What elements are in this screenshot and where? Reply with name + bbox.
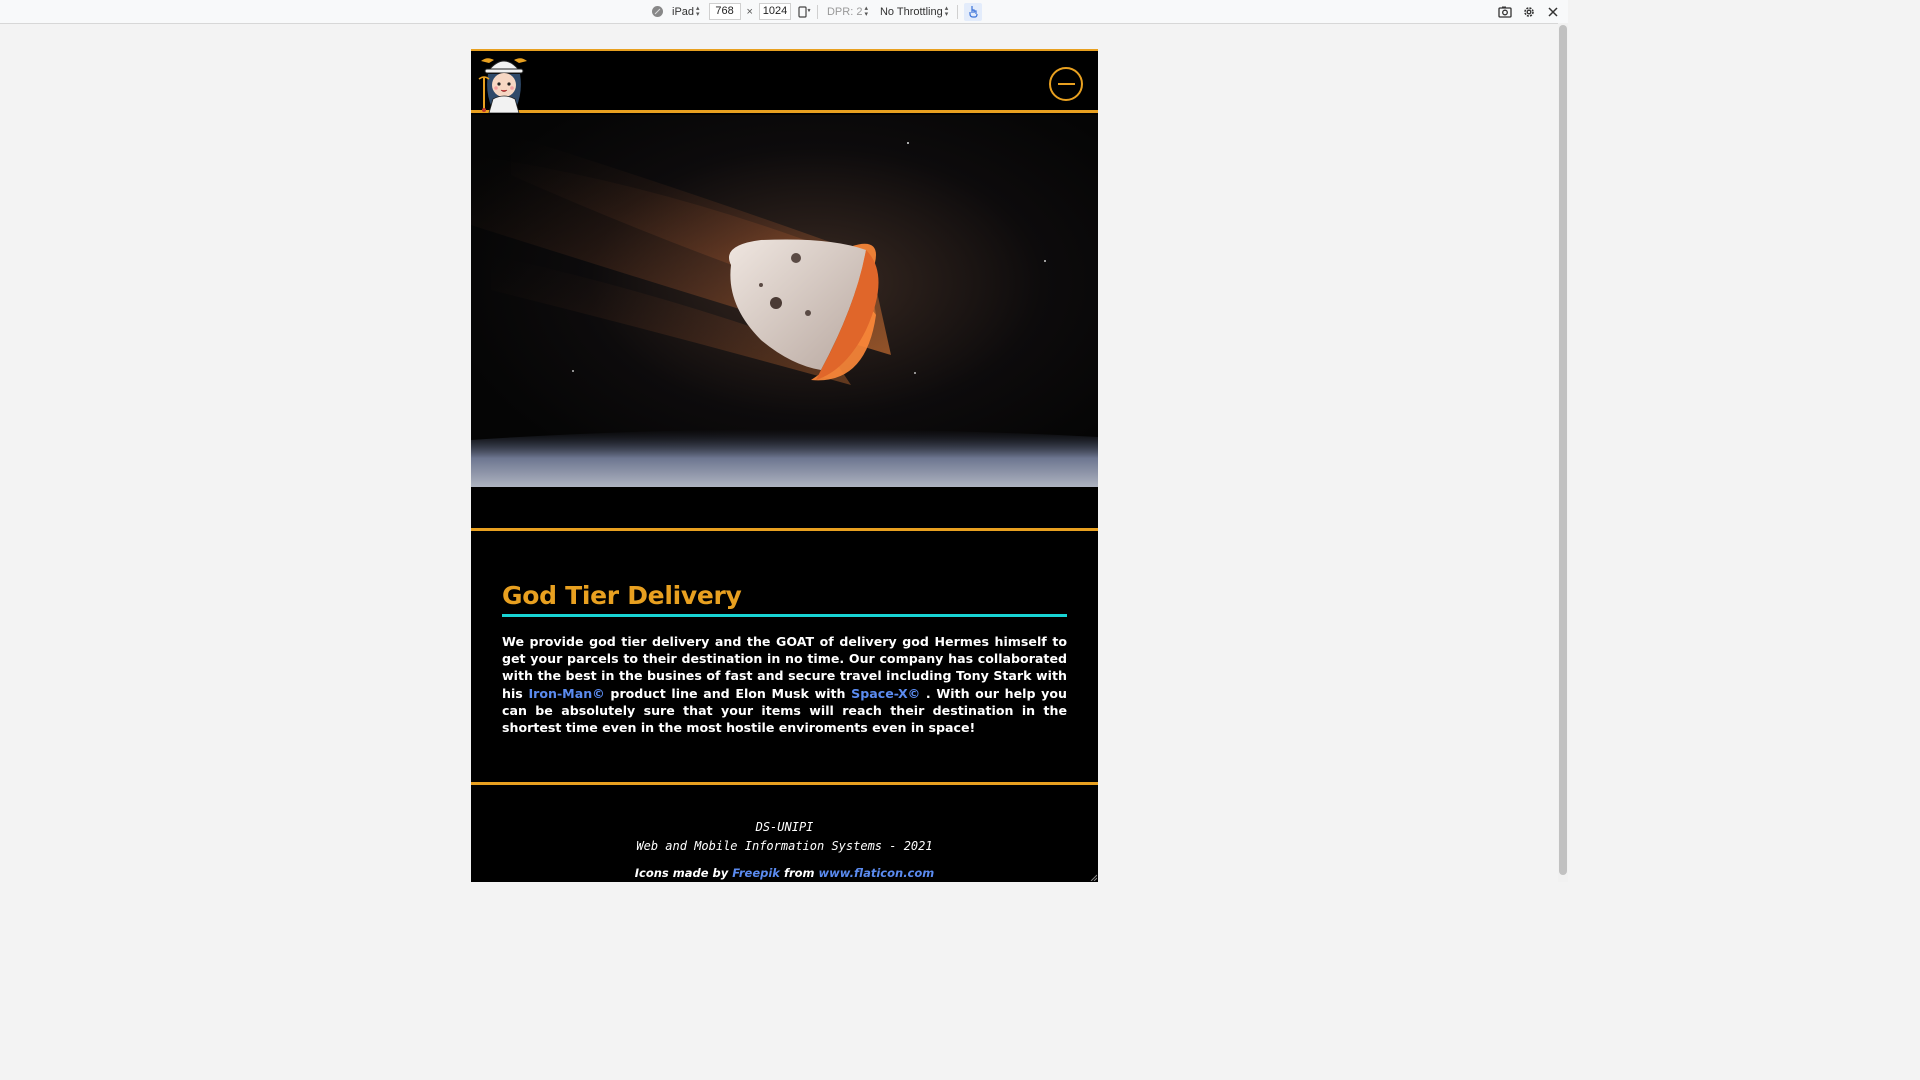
width-input[interactable]: 768	[708, 3, 741, 20]
scrollbar-thumb[interactable]	[1559, 25, 1567, 875]
chevron-updown-icon: ▴ ▾	[696, 4, 700, 18]
footer-credit: Icons made by Freepik from www.flaticon.…	[471, 866, 1098, 880]
iron-man-link[interactable]: Iron-Man©	[528, 686, 604, 701]
settings-gear-icon[interactable]	[1522, 5, 1536, 19]
height-input[interactable]: 1024	[758, 3, 791, 20]
menu-icon	[1058, 83, 1075, 85]
freepik-link[interactable]: Freepik	[732, 866, 780, 880]
article-text-part: product line and Elon Musk with	[604, 685, 852, 701]
footer-credit-middle: from	[779, 866, 819, 880]
hero-image	[471, 115, 1098, 487]
site-header	[471, 49, 1098, 113]
article-body: We provide god tier delivery and the GOA…	[502, 633, 1067, 736]
throttling-label: No Throttling	[879, 5, 943, 18]
dpr-select[interactable]: DPR: 2 ▴ ▾	[824, 4, 871, 18]
device-toolbar: iPad ▴ ▾ 768 × 1024 DPR: 2 ▴ ▾ No Throttli…	[0, 0, 1568, 24]
dpr-label: DPR: 2	[826, 5, 863, 18]
page-scrollbar[interactable]	[1558, 23, 1568, 882]
device-select[interactable]: iPad ▴ ▾	[669, 4, 703, 18]
footer-org: DS-UNIPI	[755, 820, 814, 834]
resize-grip-icon[interactable]	[1089, 873, 1097, 881]
device-toolbar-right	[1498, 0, 1560, 23]
chevron-updown-icon: ▴ ▾	[944, 4, 949, 18]
dimension-separator: ×	[746, 5, 753, 18]
screenshot-icon[interactable]	[1498, 5, 1512, 19]
touch-icon[interactable]	[964, 2, 983, 21]
close-icon[interactable]	[1546, 5, 1560, 19]
device-toolbar-controls: iPad ▴ ▾ 768 × 1024 DPR: 2 ▴ ▾ No Throttli…	[652, 0, 983, 23]
menu-toggle-button[interactable]	[1049, 67, 1083, 101]
space-x-link[interactable]: Space-X©	[851, 686, 920, 701]
device-emulation-icon[interactable]	[652, 6, 663, 17]
toolbar-divider	[957, 4, 959, 19]
article-section: God Tier Delivery We provide god tier de…	[502, 581, 1067, 736]
hermes-logo-icon[interactable]	[475, 53, 533, 113]
flaticon-link[interactable]: www.flaticon.com	[819, 866, 935, 880]
toolbar-divider	[816, 4, 818, 19]
footer-credit-prefix: Icons made by	[634, 866, 733, 880]
site-footer: DS-UNIPI Web and Mobile Information Syst…	[471, 782, 1098, 882]
device-viewport: God Tier Delivery We provide god tier de…	[471, 49, 1098, 882]
device-select-label: iPad	[672, 5, 695, 18]
throttling-select[interactable]: No Throttling ▴ ▾	[877, 4, 951, 18]
footer-course: Web and Mobile Information Systems - 202…	[636, 839, 933, 853]
article-title: God Tier Delivery	[502, 581, 1067, 617]
hero-bottom-band	[471, 487, 1098, 531]
chevron-updown-icon: ▴ ▾	[864, 4, 868, 18]
rotate-icon[interactable]	[797, 5, 811, 19]
